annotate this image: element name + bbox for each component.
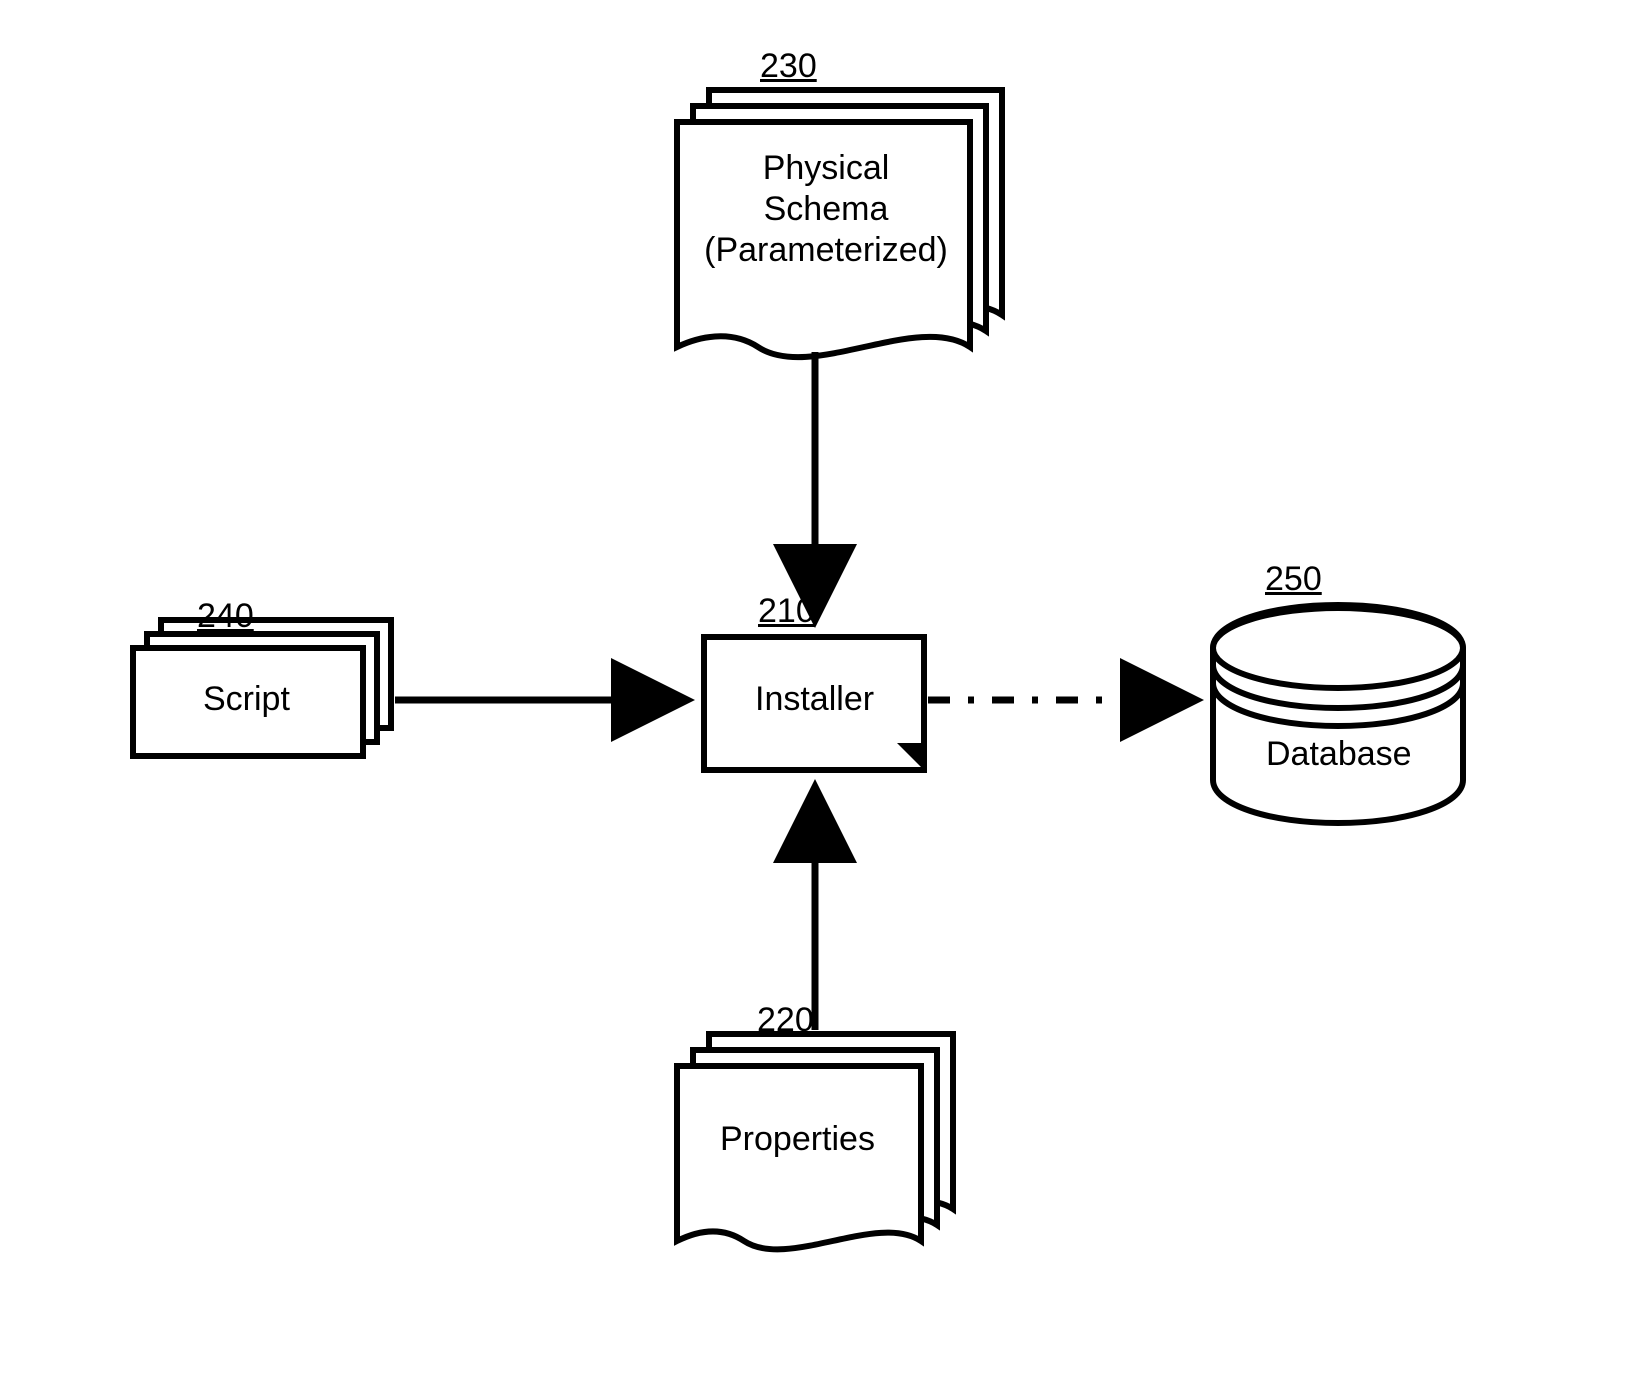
physical-schema-ref: 230 — [760, 47, 817, 86]
installer-label: Installer — [755, 680, 874, 719]
database-node — [1213, 605, 1463, 823]
database-ref: 250 — [1265, 560, 1322, 599]
database-label: Database — [1266, 735, 1412, 774]
properties-label: Properties — [720, 1120, 875, 1159]
script-ref: 240 — [197, 597, 254, 636]
diagram-canvas: 240 Script 210 Installer 230 Physical Sc… — [0, 0, 1642, 1386]
script-label: Script — [203, 680, 290, 719]
installer-ref: 210 — [758, 592, 815, 631]
properties-ref: 220 — [757, 1001, 814, 1040]
physical-schema-label: Physical Schema (Parameterized) — [700, 148, 952, 270]
